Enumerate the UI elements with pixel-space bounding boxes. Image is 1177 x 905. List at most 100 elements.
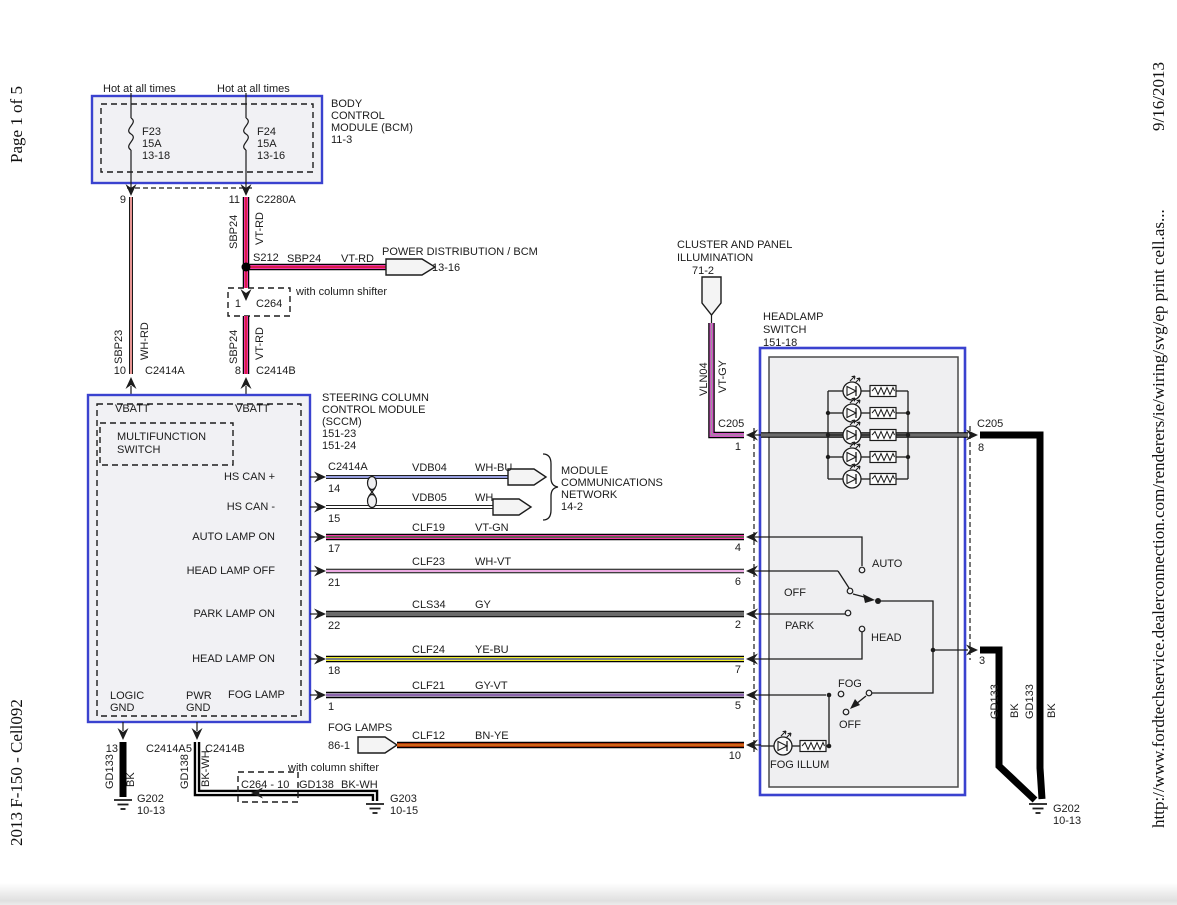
gnd-label: PWR	[186, 690, 212, 702]
bcm-title: BODY	[331, 98, 363, 110]
sccm-title: STEERING COLUMN	[322, 392, 429, 404]
circuit-label: CLF19	[412, 522, 445, 534]
hot-label-left: Hot at all times	[103, 83, 176, 95]
fog-illum-label: FOG ILLUM	[770, 759, 829, 771]
wire-color-label: VT-GN	[475, 522, 509, 534]
wire-color-label: WH-RD	[139, 322, 151, 360]
hs-title: HEADLAMP	[763, 311, 824, 323]
wire-color-label: BK-WH	[200, 750, 212, 787]
circuit-label: SBP24	[228, 330, 240, 364]
mcn-ref: 14-2	[561, 501, 583, 513]
circuit-label: CLS34	[412, 599, 446, 611]
fuse-rating: 15A	[257, 138, 277, 150]
circuit-label: GD133	[104, 754, 116, 789]
pin-number: 18	[328, 665, 340, 677]
wire-color-label: BK	[125, 772, 137, 787]
connector-label: C2414A	[145, 365, 185, 377]
cluster-label: ILLUMINATION	[677, 252, 753, 264]
pin-number: 7	[735, 664, 741, 676]
fuse-name: F23	[142, 126, 161, 138]
page-indicator: Page 1 of 5	[7, 86, 26, 163]
mcn-label: COMMUNICATIONS	[561, 477, 663, 489]
wire-color-label: VT-RD	[254, 327, 266, 360]
pin-number: 8	[978, 442, 984, 454]
cluster-label: CLUSTER AND PANEL	[677, 239, 792, 251]
cluster-ref: 71-2	[692, 265, 714, 277]
wire-color-label: BN-YE	[475, 730, 509, 742]
connector-label: C264 - 10	[241, 779, 289, 791]
offpage-arrow-mcn-1	[508, 469, 546, 485]
pin-number: 22	[328, 620, 340, 632]
circuit-label: VLN04	[698, 362, 710, 396]
wire-color-label: BK	[1046, 703, 1058, 718]
twisted-pair-icon	[368, 477, 377, 508]
source-url: http://www.fordtechservice.dealerconnect…	[1149, 209, 1168, 828]
offpage-dest-label: POWER DISTRIBUTION / BCM	[382, 246, 538, 258]
wire-color-label: VT-GY	[717, 359, 729, 393]
sccm-row-label: HS CAN +	[224, 471, 275, 483]
wire-color-label: BK-WH	[341, 779, 378, 791]
bcm-ref: 11-3	[331, 134, 352, 146]
doc-title: 2013 F-150 - Cell092	[7, 699, 26, 846]
switch-position-label: PARK	[785, 620, 815, 632]
wire-gd133-bk-pin3	[980, 650, 1035, 800]
pin-number: 5	[186, 743, 192, 755]
fuse-ref: 13-16	[257, 150, 285, 162]
pin-number: 9	[120, 194, 126, 206]
connector-label: C2414A	[146, 743, 186, 755]
ground-ref: 10-15	[390, 805, 418, 817]
pin-number: 8	[235, 365, 241, 377]
gnd-label: GND	[186, 702, 211, 714]
wire-color-label: BK	[1009, 703, 1021, 718]
wire-color-label: GY-VT	[475, 680, 508, 692]
pin-number: 11	[229, 194, 240, 206]
gnd-label: GND	[110, 702, 135, 714]
wire-color-label: VT-RD	[341, 253, 374, 265]
pin-number: 14	[328, 483, 340, 495]
pin-number: 2	[735, 619, 741, 631]
sccm-row-label: PARK LAMP ON	[193, 608, 275, 620]
ground-ref: 10-13	[1053, 815, 1081, 827]
fog-illum-resistor-icon	[800, 741, 826, 752]
offpage-arrow-mcn-2	[493, 499, 531, 515]
pin-number: 3	[979, 655, 985, 667]
gnd-label: LOGIC	[110, 690, 144, 702]
circuit-label: CLF12	[412, 730, 445, 742]
mfs-label: SWITCH	[117, 444, 160, 456]
sccm-title: CONTROL MODULE	[322, 404, 426, 416]
pin-number: 15	[328, 513, 340, 525]
arrow-down-icon	[241, 289, 252, 301]
ground-label: G203	[390, 793, 417, 805]
sccm-title: (SCCM)	[322, 416, 362, 428]
mfs-label: MULTIFUNCTION	[117, 431, 206, 443]
page-bottom-edge	[0, 883, 1177, 905]
sccm-row-label: HEAD LAMP OFF	[187, 565, 276, 577]
pin-number: 5	[735, 700, 741, 712]
switch-position-label: HEAD	[871, 632, 902, 644]
pin-number: 21	[328, 577, 340, 589]
ground-symbol	[114, 800, 132, 809]
sccm-row-label: HEAD LAMP ON	[192, 653, 275, 665]
splice-dot	[242, 263, 251, 272]
sccm-row-label: HS CAN -	[227, 501, 276, 513]
wire-color-label: YE-BU	[475, 644, 509, 656]
ground-symbol	[1029, 804, 1047, 813]
connector-label: C2414B	[256, 365, 296, 377]
connector-label: C205	[977, 418, 1003, 430]
pin-number: 1	[235, 298, 241, 310]
wire-color-label: GY	[475, 599, 492, 611]
fuse-ref: 13-18	[142, 150, 170, 162]
connector-label: C264	[256, 298, 282, 310]
wire-color-label: WH-VT	[475, 556, 511, 568]
wiring-diagram-page: Page 1 of 5 2013 F-150 - Cell092 http://…	[0, 0, 1177, 905]
switch-position-label: AUTO	[872, 558, 903, 570]
connector-label: C2280A	[256, 194, 296, 206]
pin-number: 10	[729, 750, 741, 762]
circuit-label: GD133	[1024, 684, 1036, 719]
wire-color-label: WH-BU	[475, 462, 512, 474]
circuit-label: CLF23	[412, 556, 445, 568]
sccm-ref: 151-24	[322, 440, 356, 452]
splice-label: S212	[253, 252, 279, 264]
offpage-arrow-fog-lamps	[358, 737, 397, 753]
circuit-label: GD133	[989, 684, 1001, 719]
